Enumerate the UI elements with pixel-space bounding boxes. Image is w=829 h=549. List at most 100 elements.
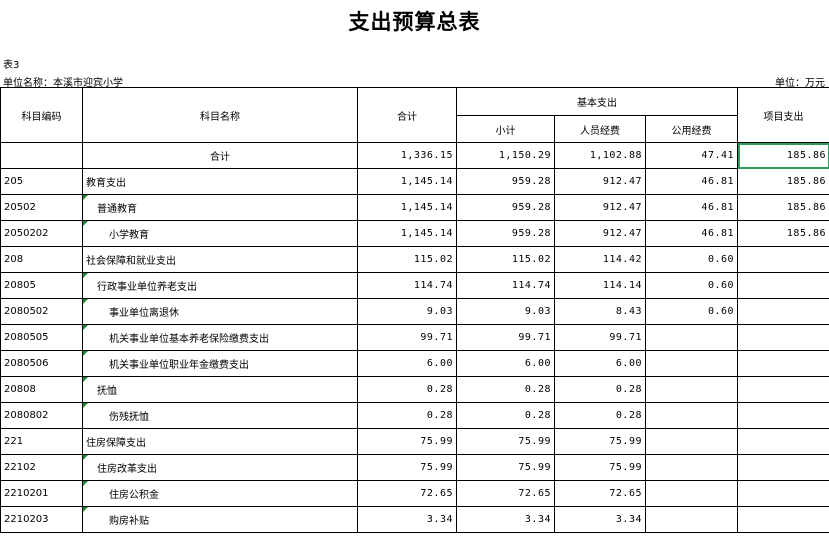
cell-subtotal[interactable]: 0.28 [456, 376, 555, 403]
cell-name[interactable]: 伤残抚恤 [82, 402, 358, 429]
cell-personnel[interactable]: 75.99 [554, 454, 646, 481]
cell-personnel[interactable]: 912.47 [554, 168, 646, 195]
cell-total[interactable]: 1,336.15 [357, 142, 457, 169]
cell-subtotal[interactable]: 959.28 [456, 194, 555, 221]
cell-public[interactable] [644, 428, 739, 455]
cell-personnel[interactable]: 72.65 [554, 480, 646, 507]
table-row[interactable]: 2210203 购房补贴 3.34 3.34 3.34 [0, 506, 829, 533]
cell-public[interactable] [644, 324, 739, 351]
cell-name[interactable]: 教育支出 [82, 168, 358, 195]
cell-project[interactable] [737, 298, 829, 325]
cell-project[interactable] [737, 402, 829, 429]
table-row[interactable]: 2080802 伤残抚恤 0.28 0.28 0.28 [0, 402, 829, 429]
cell-personnel[interactable]: 0.28 [554, 402, 646, 429]
cell-code[interactable]: 20502 [0, 194, 83, 221]
cell-total[interactable]: 3.34 [357, 506, 457, 533]
cell-code[interactable]: 2210203 [0, 506, 83, 533]
cell-personnel[interactable]: 114.14 [554, 272, 646, 299]
cell-name[interactable]: 住房保障支出 [82, 428, 358, 455]
cell-code[interactable]: 2080505 [0, 324, 83, 351]
cell-project[interactable] [737, 272, 829, 299]
cell-public[interactable]: 46.81 [644, 220, 739, 247]
cell-name[interactable]: 合计 [82, 142, 358, 169]
cell-code[interactable]: 22102 [0, 454, 83, 481]
table-row-total[interactable]: 合计 1,336.15 1,150.29 1,102.88 47.41 185.… [0, 142, 829, 169]
cell-project[interactable] [737, 480, 829, 507]
cell-public[interactable]: 0.60 [644, 272, 739, 299]
cell-code[interactable]: 2080802 [0, 402, 83, 429]
cell-code[interactable]: 221 [0, 428, 83, 455]
cell-name[interactable]: 事业单位离退休 [82, 298, 358, 325]
cell-project[interactable]: 185.86 [737, 168, 829, 195]
cell-personnel[interactable]: 912.47 [554, 220, 646, 247]
cell-personnel[interactable]: 6.00 [554, 350, 646, 377]
cell-total[interactable]: 0.28 [357, 402, 457, 429]
cell-public[interactable]: 0.60 [644, 246, 739, 273]
table-row[interactable]: 2080506 机关事业单位职业年金缴费支出 6.00 6.00 6.00 [0, 350, 829, 377]
cell-subtotal[interactable]: 0.28 [456, 402, 555, 429]
cell-name[interactable]: 抚恤 [82, 376, 358, 403]
cell-project[interactable] [737, 324, 829, 351]
table-row[interactable]: 2080505 机关事业单位基本养老保险缴费支出 99.71 99.71 99.… [0, 324, 829, 351]
cell-total[interactable]: 0.28 [357, 376, 457, 403]
table-row[interactable]: 22102 住房改革支出 75.99 75.99 75.99 [0, 454, 829, 481]
cell-subtotal[interactable]: 75.99 [456, 428, 555, 455]
cell-name[interactable]: 小学教育 [82, 220, 358, 247]
cell-project[interactable]: 185.86 [737, 220, 829, 247]
cell-name[interactable]: 购房补贴 [82, 506, 358, 533]
cell-public[interactable] [644, 402, 739, 429]
cell-code[interactable]: 2050202 [0, 220, 83, 247]
cell-public[interactable]: 46.81 [644, 194, 739, 221]
cell-public[interactable]: 0.60 [644, 298, 739, 325]
cell-name[interactable]: 社会保障和就业支出 [82, 246, 358, 273]
cell-subtotal[interactable]: 114.74 [456, 272, 555, 299]
cell-name[interactable]: 机关事业单位基本养老保险缴费支出 [82, 324, 358, 351]
cell-code[interactable]: 20805 [0, 272, 83, 299]
cell-total[interactable]: 75.99 [357, 428, 457, 455]
cell-total[interactable]: 9.03 [357, 298, 457, 325]
cell-subtotal[interactable]: 3.34 [456, 506, 555, 533]
cell-total[interactable]: 99.71 [357, 324, 457, 351]
cell-code[interactable]: 2080506 [0, 350, 83, 377]
cell-name[interactable]: 普通教育 [82, 194, 358, 221]
cell-total[interactable]: 1,145.14 [357, 194, 457, 221]
cell-subtotal[interactable]: 1,150.29 [456, 142, 555, 169]
cell-total[interactable]: 114.74 [357, 272, 457, 299]
cell-code[interactable]: 2210201 [0, 480, 83, 507]
cell-total[interactable]: 1,145.14 [357, 168, 457, 195]
cell-personnel[interactable]: 0.28 [554, 376, 646, 403]
cell-subtotal[interactable]: 115.02 [456, 246, 555, 273]
table-row[interactable]: 20502 普通教育 1,145.14 959.28 912.47 46.81 … [0, 194, 829, 221]
cell-name[interactable]: 行政事业单位养老支出 [82, 272, 358, 299]
cell-name[interactable]: 住房改革支出 [82, 454, 358, 481]
cell-personnel[interactable]: 3.34 [554, 506, 646, 533]
table-row[interactable]: 2050202 小学教育 1,145.14 959.28 912.47 46.8… [0, 220, 829, 247]
cell-project[interactable]: 185.86 [737, 194, 829, 221]
cell-subtotal[interactable]: 99.71 [456, 324, 555, 351]
cell-code[interactable]: 2080502 [0, 298, 83, 325]
cell-personnel[interactable]: 99.71 [554, 324, 646, 351]
cell-public[interactable]: 47.41 [644, 142, 739, 169]
table-row[interactable]: 20805 行政事业单位养老支出 114.74 114.74 114.14 0.… [0, 272, 829, 299]
cell-personnel[interactable]: 912.47 [554, 194, 646, 221]
cell-public[interactable] [644, 506, 739, 533]
cell-total[interactable]: 6.00 [357, 350, 457, 377]
cell-total[interactable]: 75.99 [357, 454, 457, 481]
cell-subtotal[interactable]: 72.65 [456, 480, 555, 507]
cell-total[interactable]: 72.65 [357, 480, 457, 507]
cell-public[interactable] [644, 480, 739, 507]
cell-personnel[interactable]: 1,102.88 [554, 142, 646, 169]
cell-project-selected[interactable]: 185.86 [737, 142, 829, 169]
cell-subtotal[interactable]: 959.28 [456, 168, 555, 195]
cell-project[interactable] [737, 246, 829, 273]
cell-project[interactable] [737, 376, 829, 403]
table-row[interactable]: 221 住房保障支出 75.99 75.99 75.99 [0, 428, 829, 455]
cell-public[interactable] [644, 376, 739, 403]
table-row[interactable]: 2210201 住房公积金 72.65 72.65 72.65 [0, 480, 829, 507]
cell-personnel[interactable]: 114.42 [554, 246, 646, 273]
cell-name[interactable]: 住房公积金 [82, 480, 358, 507]
cell-personnel[interactable]: 75.99 [554, 428, 646, 455]
cell-project[interactable] [737, 428, 829, 455]
cell-public[interactable] [644, 454, 739, 481]
cell-total[interactable]: 1,145.14 [357, 220, 457, 247]
